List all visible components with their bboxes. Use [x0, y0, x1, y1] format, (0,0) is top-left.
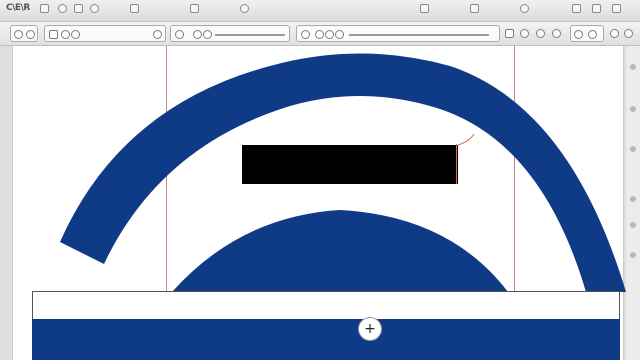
select-tool-icon[interactable]: [49, 30, 58, 39]
fit-icon[interactable]: [315, 30, 324, 39]
history-group: [570, 25, 604, 42]
band-white-strip: [32, 292, 620, 319]
actual-size-icon[interactable]: [325, 30, 334, 39]
lock-icon[interactable]: [505, 29, 514, 38]
new-file-icon[interactable]: [40, 4, 49, 13]
zoom-in-icon[interactable]: [335, 30, 344, 39]
eye-icon[interactable]: [552, 29, 561, 38]
grid-icon[interactable]: [470, 4, 479, 13]
paste-icon[interactable]: [240, 4, 249, 13]
layers-icon[interactable]: [420, 4, 429, 13]
ruler-track: [215, 34, 285, 36]
zoom-slider[interactable]: [349, 34, 489, 36]
forward-icon[interactable]: [26, 30, 35, 39]
flip-icon[interactable]: [203, 30, 212, 39]
window-icon[interactable]: [572, 4, 581, 13]
history-forward-icon[interactable]: [588, 30, 597, 39]
inner-dome[interactable]: [172, 210, 508, 292]
pen-tool-icon[interactable]: [61, 30, 70, 39]
move-handle-icon[interactable]: +: [358, 317, 382, 341]
selection-edge: [456, 144, 457, 184]
tool-button-group: [44, 25, 166, 42]
app-window: C\E\R +: [0, 0, 640, 360]
undo-icon[interactable]: [90, 4, 99, 13]
view-button-group: [170, 25, 290, 42]
cut-icon[interactable]: [130, 4, 139, 13]
shape-tool-icon[interactable]: [71, 30, 80, 39]
zoom-out-icon[interactable]: [301, 30, 310, 39]
toolbar: [0, 22, 640, 46]
rotate-icon[interactable]: [193, 30, 202, 39]
save-icon[interactable]: [74, 4, 83, 13]
history-back-icon[interactable]: [574, 30, 583, 39]
nav-button-group: [10, 25, 38, 42]
move-handle-glyph: +: [364, 321, 376, 337]
menu-bar: C\E\R: [0, 0, 640, 22]
selection-hook: [457, 133, 475, 146]
close-icon[interactable]: [612, 4, 621, 13]
band-blue-strip: [32, 319, 620, 360]
info-icon[interactable]: [624, 29, 633, 38]
copy-icon[interactable]: [190, 4, 199, 13]
open-file-icon[interactable]: [58, 4, 67, 13]
text-tool-icon[interactable]: [153, 30, 162, 39]
minimize-icon[interactable]: [592, 4, 601, 13]
zoom-group: [296, 25, 500, 42]
back-icon[interactable]: [14, 30, 23, 39]
workspace: +: [0, 46, 640, 360]
app-logo: C\E\R: [6, 3, 30, 13]
hand-tool-icon[interactable]: [175, 30, 184, 39]
black-bar[interactable]: [242, 145, 458, 184]
link-icon[interactable]: [520, 29, 529, 38]
help-icon[interactable]: [520, 4, 529, 13]
target-icon[interactable]: [536, 29, 545, 38]
bottom-band[interactable]: [32, 291, 620, 360]
settings-icon[interactable]: [610, 29, 619, 38]
